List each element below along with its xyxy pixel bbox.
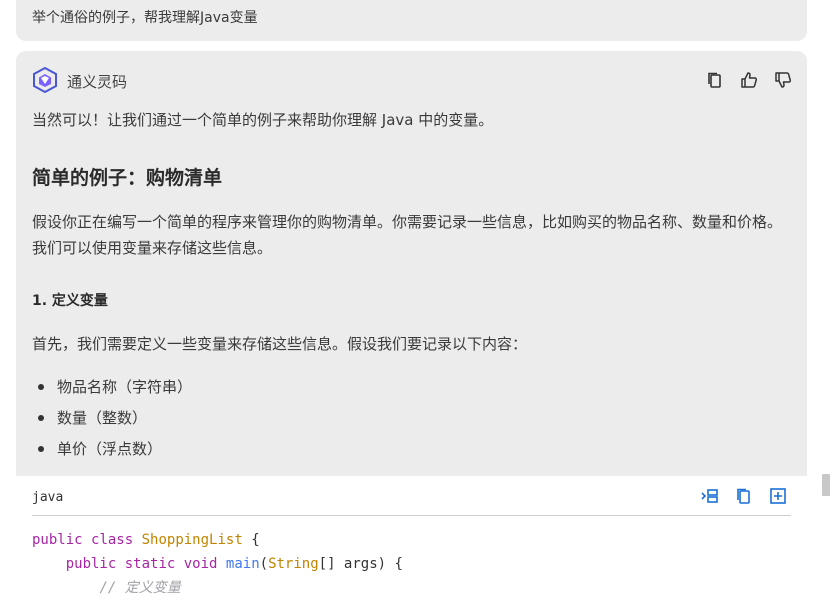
code-comment: // 定义变量 (99, 580, 181, 594)
code-content: public class ShoppingList { public stati… (32, 528, 403, 594)
scrollbar-thumb[interactable] (822, 474, 830, 496)
intro-text: 当然可以！让我们通过一个简单的例子来帮助你理解 Java 中的变量。 (32, 111, 494, 129)
tongyi-logo-icon (32, 66, 58, 94)
user-message-text: 举个通俗的例子，帮我理解Java变量 (32, 10, 258, 26)
code-header: java (32, 476, 791, 516)
code-token: { (251, 532, 260, 548)
section-text: 首先，我们需要定义一些变量来存储这些信息。假设我们要记录以下内容： (32, 335, 528, 353)
assistant-name: 通义灵码 (67, 73, 128, 91)
thumbs-up-icon[interactable] (739, 70, 759, 90)
code-token: public (65, 556, 117, 572)
copy-icon[interactable] (705, 70, 725, 90)
list-item: 单价（浮点数） (32, 439, 192, 470)
code-token: class (91, 532, 134, 548)
code-token: String (268, 556, 319, 572)
code-actions (701, 487, 787, 505)
answer-header: 通义灵码 (16, 51, 807, 109)
list-item: 数量（整数） (32, 408, 192, 439)
code-token: public (32, 532, 83, 548)
code-token: static (124, 556, 176, 572)
user-message-bubble: 举个通俗的例子，帮我理解Java变量 (16, 0, 807, 41)
new-file-icon[interactable] (769, 487, 787, 505)
code-token: ( (259, 556, 269, 572)
variable-list: 物品名称（字符串） 数量（整数） 单价（浮点数） (32, 377, 192, 470)
copy-code-icon[interactable] (735, 487, 753, 505)
code-language: java (32, 490, 64, 505)
code-block: java public class ShoppingList {public … (16, 476, 807, 594)
assistant-answer-card: 通义灵码 当然可以！让我们通过一个简单的例子来帮助你理解 Java 中的变量。 (16, 51, 807, 594)
example-heading: 简单的例子：购物清单 (32, 167, 223, 189)
code-token: void (183, 556, 218, 572)
insert-code-icon[interactable] (701, 487, 719, 505)
code-token: main (225, 556, 260, 572)
code-token: ShoppingList (141, 532, 243, 548)
thumbs-down-icon[interactable] (773, 70, 793, 90)
list-item: 物品名称（字符串） (32, 377, 192, 408)
code-token: [] args) { (318, 556, 403, 572)
section-title: 1. 定义变量 (32, 293, 108, 309)
example-paragraph: 假设你正在编写一个简单的程序来管理你的购物清单。你需要记录一些信息，比如购买的物… (32, 213, 783, 257)
answer-actions (705, 70, 793, 90)
